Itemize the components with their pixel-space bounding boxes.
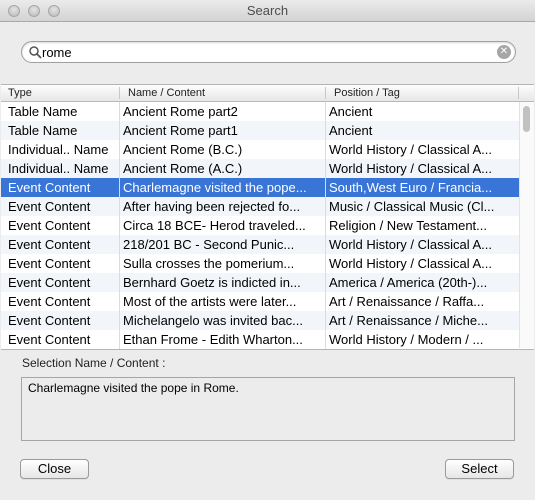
type-cell: Event Content <box>8 256 91 271</box>
position-tag-cell: World History / Classical A... <box>329 142 493 157</box>
table-header: Type Name / Content Position / Tag <box>1 85 534 102</box>
close-button[interactable]: Close <box>20 459 89 479</box>
table-row[interactable]: Event Content Michelangelo was invited ba… <box>1 311 519 330</box>
position-tag-cell: World History / Classical A... <box>329 161 493 176</box>
name-content-cell: Ancient Rome (B.C.) <box>123 142 243 157</box>
type-cell: Event Content <box>8 275 91 290</box>
column-divider <box>325 87 326 99</box>
table-body: Table Name Ancient Rome part2 Ancient Table… <box>1 102 519 349</box>
position-tag-cell: Art / Renaissance / Miche... <box>329 313 488 328</box>
position-tag-cell: World History / Modern / ... <box>329 332 484 347</box>
type-cell: Event Content <box>8 332 91 347</box>
search-input[interactable] <box>42 44 482 60</box>
table-row[interactable]: Table Name Ancient Rome part2 Ancient <box>1 102 519 121</box>
position-tag-cell: World History / Classical A... <box>329 237 493 252</box>
selection-content-box: Charlemagne visited the pope in Rome. <box>21 377 515 441</box>
column-header-name[interactable]: Name / Content <box>128 87 205 99</box>
search-icon <box>29 46 42 59</box>
position-tag-cell: Ancient <box>329 104 373 119</box>
search-field[interactable]: ✕ <box>21 41 516 63</box>
table-row[interactable]: Event Content Circa 18 BCE- Herod travele… <box>1 216 519 235</box>
name-content-cell: Ancient Rome (A.C.) <box>123 161 243 176</box>
name-content-cell: Charlemagne visited the pope... <box>123 180 307 195</box>
position-tag-cell: Art / Renaissance / Raffa... <box>329 294 485 309</box>
search-window: Search ✕ Type Name / Content Position / … <box>0 0 535 500</box>
column-divider <box>119 87 120 99</box>
name-content-cell: Ethan Frome - Edith Wharton... <box>123 332 303 347</box>
table-row[interactable]: Event Content Bernhard Goetz is indicted … <box>1 273 519 292</box>
type-cell: Event Content <box>8 199 91 214</box>
name-content-cell: Ancient Rome part1 <box>123 123 238 138</box>
results-table[interactable]: Type Name / Content Position / Tag Table… <box>1 84 534 350</box>
select-button[interactable]: Select <box>445 459 514 479</box>
table-row[interactable]: Table Name Ancient Rome part1 Ancient <box>1 121 519 140</box>
name-content-cell: Ancient Rome part2 <box>123 104 238 119</box>
table-row[interactable]: Event Content Charlemagne visited the pop… <box>1 178 519 197</box>
name-content-cell: Most of the artists were later... <box>123 294 297 309</box>
table-row[interactable]: Event Content 218/201 BC - Second Punic..… <box>1 235 519 254</box>
column-gridline <box>325 102 326 349</box>
name-content-cell: Michelangelo was invited bac... <box>123 313 303 328</box>
type-cell: Event Content <box>8 294 91 309</box>
type-cell: Event Content <box>8 180 91 195</box>
type-cell: Table Name <box>8 104 78 119</box>
title-bar: Search <box>0 0 535 22</box>
type-cell: Event Content <box>8 237 91 252</box>
window-title: Search <box>246 3 289 18</box>
table-row[interactable]: Individual.. Name Ancient Rome (A.C.) Worl… <box>1 159 519 178</box>
scrollbar-thumb[interactable] <box>523 106 530 132</box>
position-tag-cell: Ancient <box>329 123 373 138</box>
column-gridline <box>119 102 120 349</box>
column-header-type[interactable]: Type <box>8 87 32 99</box>
position-tag-cell: World History / Classical A... <box>329 256 493 271</box>
type-cell: Individual.. Name <box>8 161 109 176</box>
type-cell: Table Name <box>8 123 78 138</box>
position-tag-cell: Religion / New Testament... <box>329 218 487 233</box>
column-divider <box>518 87 519 99</box>
type-cell: Event Content <box>8 313 91 328</box>
table-row[interactable]: Event Content After having been rejected … <box>1 197 519 216</box>
column-header-position[interactable]: Position / Tag <box>334 87 400 99</box>
selection-content-text: Charlemagne visited the pope in Rome. <box>28 381 239 395</box>
vertical-scrollbar[interactable] <box>519 102 534 348</box>
table-row[interactable]: Event Content Ethan Frome - Edith Wharton… <box>1 330 519 349</box>
position-tag-cell: Music / Classical Music (Cl... <box>329 199 495 214</box>
position-tag-cell: America / America (20th-)... <box>329 275 488 290</box>
position-tag-cell: South,West Euro / Francia... <box>329 180 493 195</box>
type-cell: Individual.. Name <box>8 142 109 157</box>
name-content-cell: Sulla crosses the pomerium... <box>123 256 295 271</box>
name-content-cell: Bernhard Goetz is indicted in... <box>123 275 301 290</box>
clear-search-icon[interactable]: ✕ <box>497 45 511 59</box>
table-row[interactable]: Event Content Most of the artists were la… <box>1 292 519 311</box>
name-content-cell: Circa 18 BCE- Herod traveled... <box>123 218 306 233</box>
selection-label: Selection Name / Content : <box>22 356 166 370</box>
name-content-cell: After having been rejected fo... <box>123 199 301 214</box>
table-row[interactable]: Individual.. Name Ancient Rome (B.C.) Worl… <box>1 140 519 159</box>
name-content-cell: 218/201 BC - Second Punic... <box>123 237 295 252</box>
type-cell: Event Content <box>8 218 91 233</box>
table-row[interactable]: Event Content Sulla crosses the pomerium.… <box>1 254 519 273</box>
